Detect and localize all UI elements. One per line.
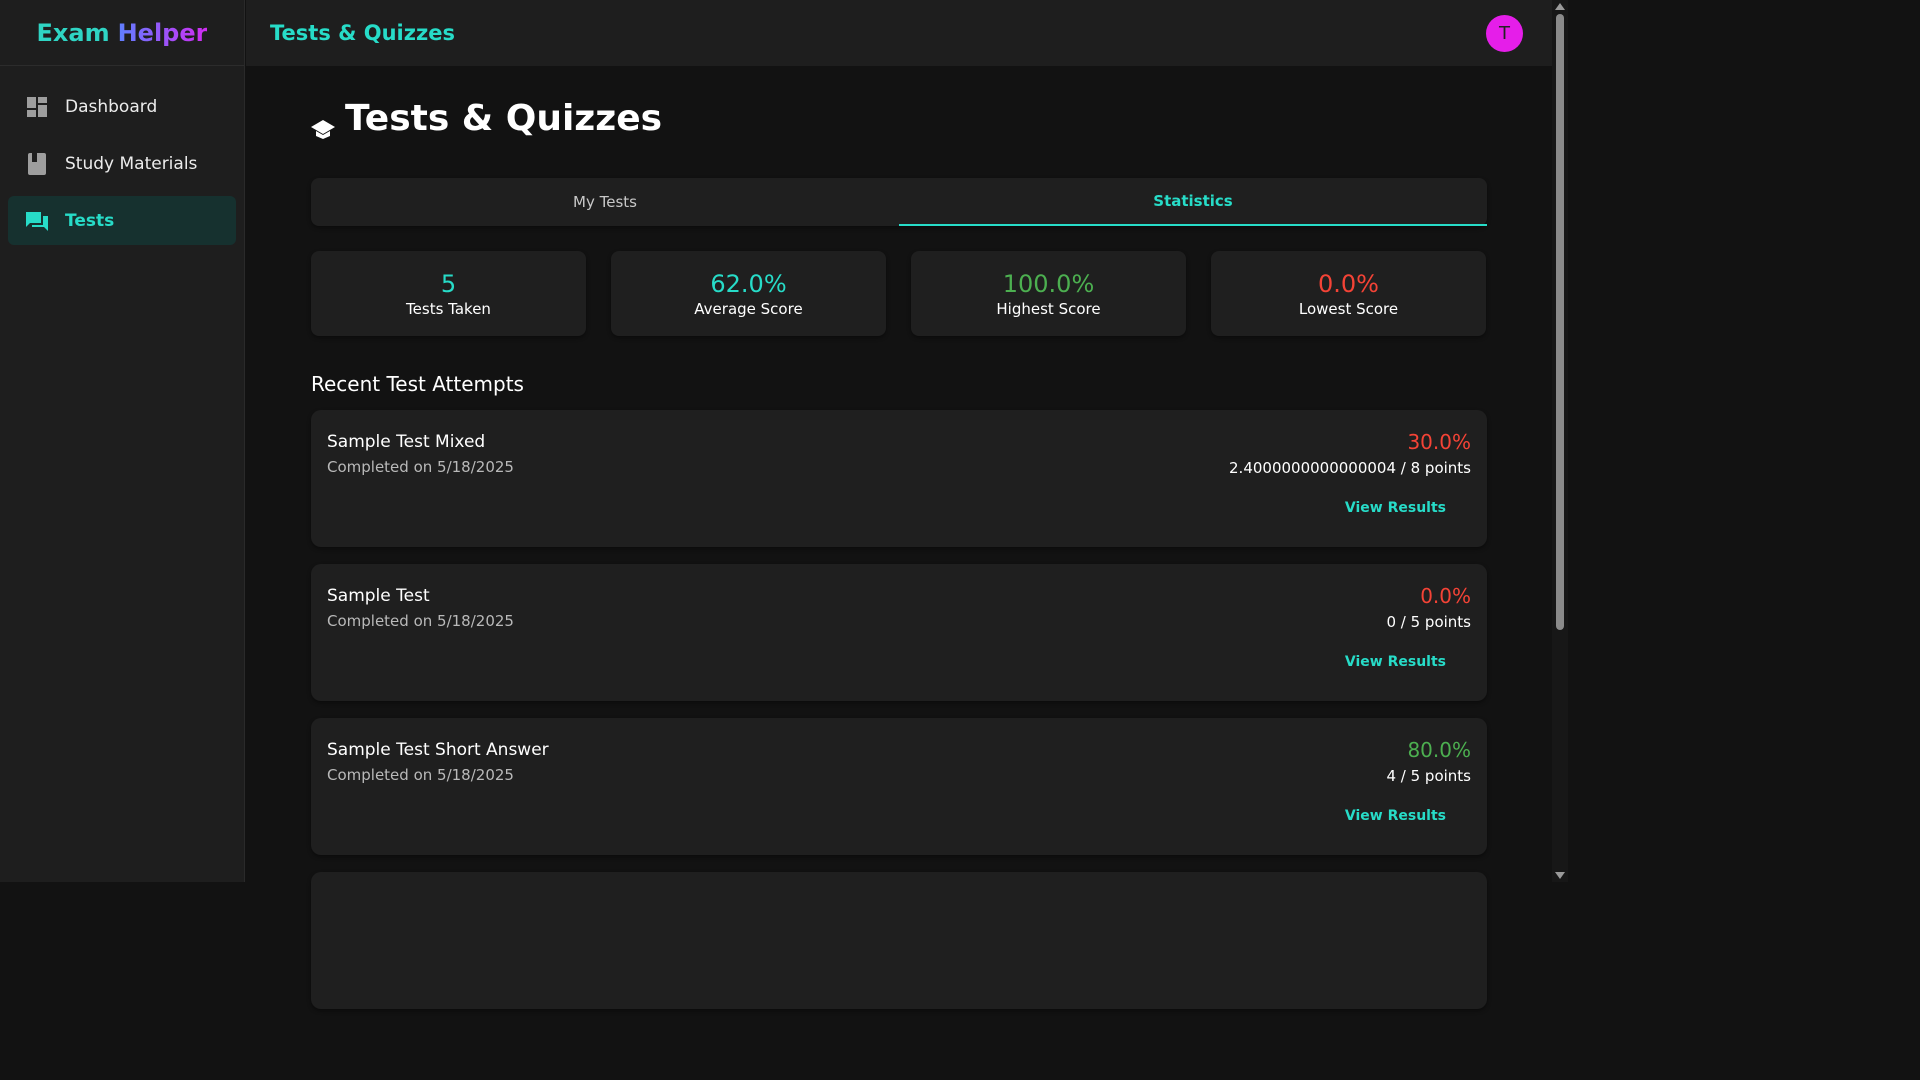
dashboard-icon (26, 96, 48, 118)
scroll-down-icon[interactable] (1555, 872, 1565, 879)
top-bar: Tests & Quizzes T (246, 0, 1552, 66)
sidebar-item-label: Dashboard (65, 96, 158, 117)
graduation-cap-icon (311, 108, 337, 139)
list-item: Sample Test Mixed Completed on 5/18/2025… (311, 410, 1487, 547)
attempt-score: 30.0% (1407, 430, 1471, 454)
stat-label: Tests Taken (406, 299, 491, 318)
view-results-button[interactable]: View Results (1345, 500, 1446, 516)
attempt-date: Completed on 5/18/2025 (327, 612, 514, 630)
brand-name-part2: Helper (117, 18, 208, 47)
stat-value: 62.0% (710, 269, 787, 298)
scrollbar[interactable] (1552, 0, 1568, 882)
sidebar-nav: Dashboard Study Materials Tests (0, 66, 244, 245)
brand-name-part1: Exam (36, 18, 110, 47)
stats-row: 5 Tests Taken 62.0% Average Score 100.0%… (311, 251, 1487, 336)
tabs: My Tests Statistics (311, 178, 1487, 226)
stat-value: 0.0% (1318, 269, 1379, 298)
tab-my-tests[interactable]: My Tests (311, 178, 899, 226)
stat-card-average-score: 62.0% Average Score (611, 251, 886, 336)
stat-label: Average Score (694, 299, 803, 318)
list-item (311, 872, 1487, 1009)
sidebar-item-label: Tests (65, 210, 115, 231)
page-title: Tests & Quizzes (311, 98, 662, 139)
sidebar: Exam Helper Dashboard Study Materials Te… (0, 0, 245, 882)
attempt-points: 2.4000000000000004 / 8 points (1229, 459, 1471, 477)
sidebar-item-label: Study Materials (65, 153, 198, 174)
attempt-date: Completed on 5/18/2025 (327, 766, 514, 784)
scrollbar-thumb[interactable] (1556, 14, 1564, 630)
app-logo[interactable]: Exam Helper (0, 0, 244, 66)
stat-card-tests-taken: 5 Tests Taken (311, 251, 586, 336)
attempt-points: 0 / 5 points (1386, 613, 1471, 631)
header-title: Tests & Quizzes (270, 21, 455, 45)
list-item: Sample Test Completed on 5/18/2025 0.0% … (311, 564, 1487, 701)
attempt-name: Sample Test Short Answer (327, 740, 549, 760)
tab-statistics[interactable]: Statistics (899, 178, 1487, 226)
attempt-points: 4 / 5 points (1386, 767, 1471, 785)
attempt-name: Sample Test (327, 586, 430, 606)
stat-card-highest-score: 100.0% Highest Score (911, 251, 1186, 336)
book-icon (26, 152, 48, 175)
stat-value: 100.0% (1002, 269, 1095, 298)
attempt-date: Completed on 5/18/2025 (327, 458, 514, 476)
forum-icon (26, 210, 48, 232)
page-title-text: Tests & Quizzes (345, 98, 663, 139)
attempt-name: Sample Test Mixed (327, 432, 486, 452)
view-results-button[interactable]: View Results (1345, 654, 1446, 670)
sidebar-item-tests[interactable]: Tests (8, 196, 236, 245)
attempt-score: 80.0% (1407, 738, 1471, 762)
sidebar-item-dashboard[interactable]: Dashboard (8, 82, 236, 131)
stat-card-lowest-score: 0.0% Lowest Score (1211, 251, 1486, 336)
scroll-up-icon[interactable] (1555, 3, 1565, 10)
attempt-score: 0.0% (1420, 584, 1471, 608)
stat-label: Lowest Score (1298, 299, 1399, 318)
stat-value: 5 (440, 269, 457, 298)
stat-label: Highest Score (996, 299, 1101, 318)
sidebar-item-study-materials[interactable]: Study Materials (8, 139, 236, 188)
view-results-button[interactable]: View Results (1345, 808, 1446, 824)
list-item: Sample Test Short Answer Completed on 5/… (311, 718, 1487, 855)
avatar[interactable]: T (1486, 15, 1523, 52)
section-title: Recent Test Attempts (311, 372, 524, 396)
